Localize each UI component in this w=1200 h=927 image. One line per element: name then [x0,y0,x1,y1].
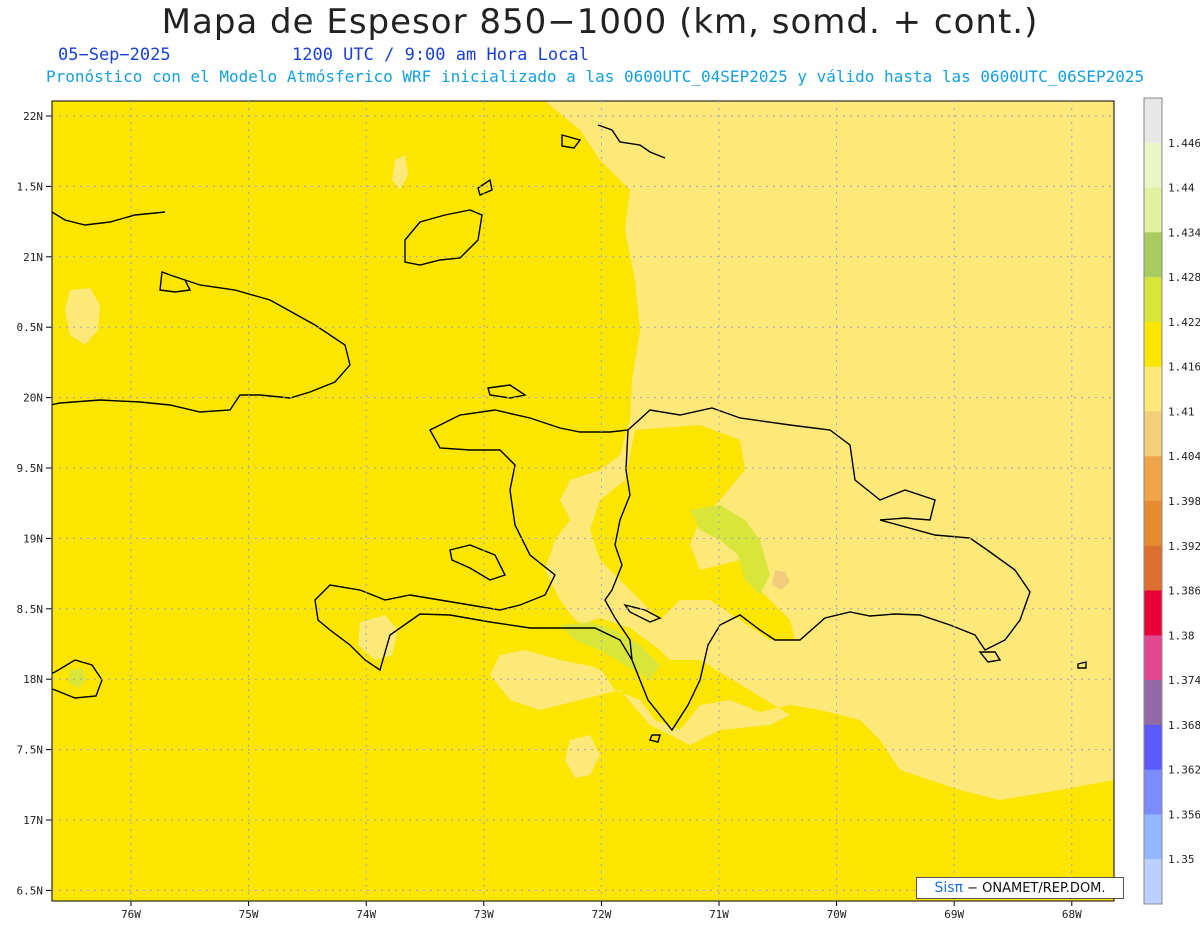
colorbar-swatch [1144,411,1162,457]
colorbar-swatch [1144,277,1162,323]
colorbar-label: 1.434 [1168,226,1200,239]
lat-label: 9.5N [17,462,44,475]
credit-org: − ONAMET/REP.DOM. [967,881,1106,896]
colorbar-swatch [1144,142,1162,189]
colorbar-label: 1.392 [1168,540,1200,553]
colorbar-swatch [1144,366,1162,412]
lat-label: 8.5N [17,603,44,616]
thickness-map: 22N 1.5N 21N 0.5N 20N 9.5N 19N 8.5N 18N 7.5N 17N 6.… [17,97,1200,921]
lon-label: 74W [356,908,376,921]
lat-label: 6.5N [17,884,44,897]
lat-label: 18N [23,673,43,686]
lon-label: 76W [121,908,141,921]
lon-label: 72W [591,908,611,921]
lon-label: 70W [827,908,847,921]
latitude-labels: 22N 1.5N 21N 0.5N 20N 9.5N 19N 8.5N 18N 7.5N 17N 6.… [17,110,52,897]
colorbar-label: 1.422 [1168,316,1200,329]
lat-label: 22N [23,110,43,123]
colorbar-label: 1.41 [1168,405,1195,418]
colorbar-swatch [1144,321,1162,368]
colorbar-label: 1.38 [1168,629,1195,642]
lon-label: 68W [1062,908,1082,921]
colorbar-swatch [1144,680,1162,726]
colorbar-label: 1.428 [1168,271,1200,284]
sistema-logo: Sisπ [934,880,963,896]
colorbar-label: 1.374 [1168,674,1200,687]
colorbar: 1.446 1.44 1.434 1.428 1.422 1.416 1.41 1.404 1.… [1143,97,1200,905]
colorbar-label: 1.368 [1168,719,1200,732]
colorbar-swatch [1144,635,1162,681]
credit-box: Sisπ − ONAMET/REP.DOM. [916,877,1124,899]
map-field [52,101,1114,901]
lat-label: 19N [23,532,43,545]
lon-label: 73W [474,908,494,921]
colorbar-label: 1.44 [1168,182,1195,195]
lat-label: 7.5N [17,744,44,757]
longitude-labels: 76W 75W 74W 73W 72W 71W 70W 69W 68W [121,901,1082,921]
lat-label: 1.5N [17,180,44,193]
colorbar-label: 1.446 [1168,137,1200,150]
colorbar-swatch [1144,814,1162,860]
colorbar-label: 1.35 [1168,853,1195,866]
colorbar-swatch [1144,456,1162,502]
colorbar-label: 1.362 [1168,764,1200,777]
lon-label: 69W [944,908,964,921]
colorbar-label: 1.398 [1168,495,1200,508]
colorbar-swatch [1144,724,1162,771]
lon-label: 75W [239,908,259,921]
colorbar-swatch [1144,232,1162,278]
colorbar-swatch [1144,769,1162,815]
lon-label: 71W [709,908,729,921]
lat-label: 21N [23,251,43,264]
colorbar-label: 1.356 [1168,808,1200,821]
colorbar-swatch [1144,98,1162,144]
colorbar-label: 1.386 [1168,585,1200,598]
colorbar-swatch [1144,501,1162,547]
colorbar-label: 1.404 [1168,450,1200,463]
colorbar-swatch [1144,590,1162,636]
colorbar-label: 1.416 [1168,361,1200,374]
lat-label: 17N [23,814,43,827]
colorbar-swatch [1144,187,1162,233]
lat-label: 20N [23,392,43,405]
colorbar-swatch [1144,545,1162,592]
lat-label: 0.5N [17,321,44,334]
colorbar-swatch [1144,859,1162,905]
